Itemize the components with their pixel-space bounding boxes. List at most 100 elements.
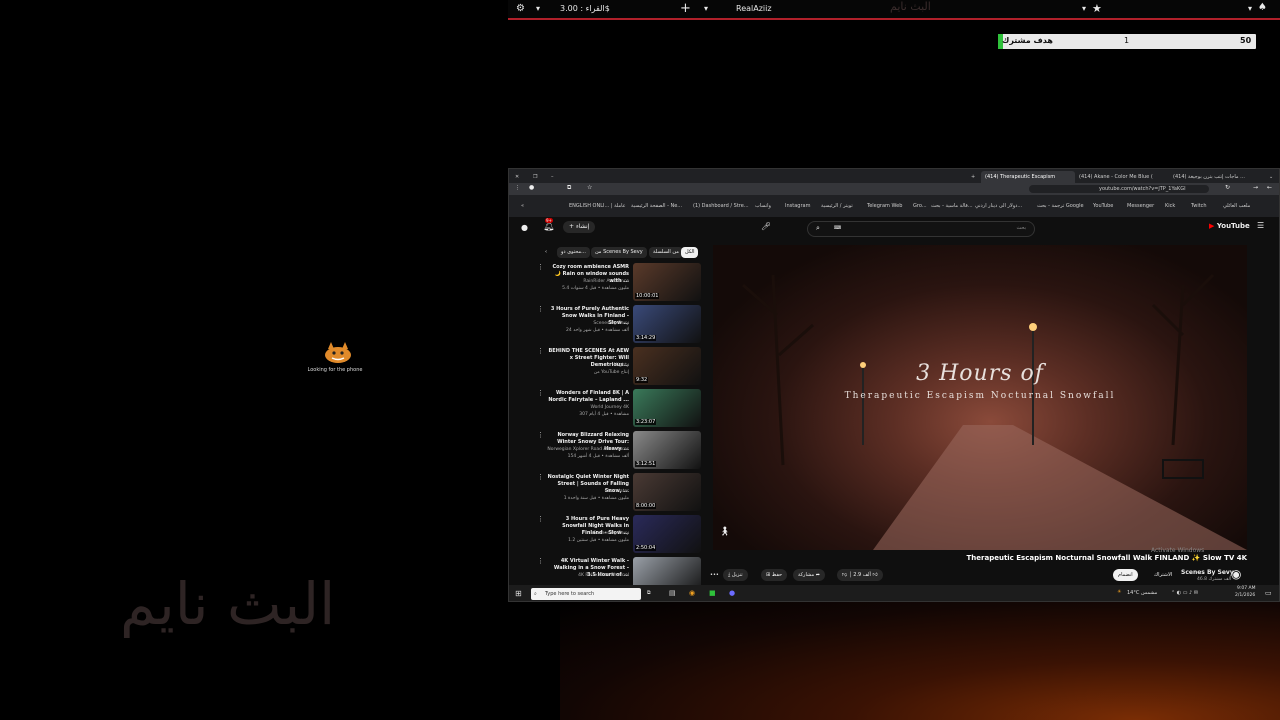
channel-name[interactable]: Scenes By Sevy [1181,569,1234,576]
like-dislike-group[interactable]: 👎︎ │ 2.9 ألف 👍︎ [837,569,883,581]
forward-icon[interactable]: → [1253,184,1258,191]
chip[interactable]: من السلسلة [649,247,683,258]
bookmark[interactable]: دولار الى دينار اردني... [975,203,1022,209]
more-options-icon[interactable]: ⋮ [537,389,544,397]
subscribe-button[interactable]: الاشتراك [1149,569,1177,581]
chip-selected[interactable]: الكل [681,247,699,258]
share-button[interactable]: مشاركة ➦ [793,569,825,581]
recommendation-thumbnail[interactable]: 2:50:04 [633,515,701,553]
youtube-logo[interactable]: ▶ YouTube [1209,222,1250,230]
bookmark[interactable]: قالة ماسية - بحث... [931,203,973,209]
bookmark[interactable]: واتساب [755,203,771,209]
recommendation-channel[interactable]: Norwegian Xplorer Road Adventures [547,447,629,452]
discord-icon[interactable]: ● [729,589,735,597]
bookmark[interactable]: YouTube [1093,203,1113,209]
restore-window-icon[interactable]: ❐ [529,171,541,183]
notification-center-icon[interactable]: ▭ [1265,589,1272,597]
sliders-icon[interactable]: ⚙ [516,3,525,14]
bookmark[interactable]: Telegram Web [867,203,902,209]
recommendation-title[interactable]: Wonders of Finland 8K | A Nordic Fairyta… [547,390,629,404]
bookmark-star-icon[interactable]: ☆ [587,184,592,191]
recommendation-item[interactable]: ⋮ Cozy room ambience ASMR 🌙 Rain on windo… [531,263,701,303]
more-options-icon[interactable]: ⋮ [537,557,544,565]
plus-icon[interactable]: + [680,1,691,16]
recommendation-channel[interactable]: Scenes By Sevy [593,531,629,536]
back-icon[interactable]: ← [1267,184,1272,191]
more-options-icon[interactable]: ⋮ [537,347,544,355]
recommendation-item[interactable]: ⋮ Wonders of Finland 8K | A Nordic Fairyt… [531,389,701,429]
minimize-window-icon[interactable]: – [547,171,558,183]
recommendation-item[interactable]: ⋮ 3 Hours of Pure Heavy Snowfall Night Wa… [531,515,701,555]
notifications-icon[interactable]: 🔔︎ [543,222,554,232]
menu-dots-icon[interactable]: ⋮ [515,185,520,191]
recommendation-thumbnail[interactable]: 10:00:01 [633,263,701,301]
search-icon[interactable]: ⌕ [816,224,820,233]
more-options-icon[interactable]: ⋮ [537,515,544,523]
clock-date[interactable]: 2/1/2026 [1235,593,1255,598]
hamburger-icon[interactable]: ☰ [1257,221,1264,230]
recommendation-channel[interactable]: World Journey 4K [590,405,629,410]
bookmark[interactable]: ملعب العائلي [1223,203,1250,209]
bookmark[interactable]: Messenger [1127,203,1154,209]
recommendation-thumbnail[interactable]: 9:32 [633,347,701,385]
bookmark[interactable]: Gro... [913,203,927,209]
more-options-icon[interactable]: ⋮ [537,473,544,481]
more-options-icon[interactable]: ⋮ [537,305,544,313]
tab-therapeutic[interactable]: (414) Therapeutic Escapism [981,171,1075,183]
bookmarks-overflow[interactable]: « [521,203,524,209]
recommendation-thumbnail[interactable]: 3:12:51 [633,431,701,469]
clock-time[interactable]: 9:07 AM [1237,586,1256,591]
bookmark[interactable]: ترجمة - بحث Google [1037,203,1084,209]
recommendation-channel[interactable]: 4K Relaxation Channel [578,573,629,578]
recommendation-item[interactable]: ⋮ Norway Blizzard Relaxing Winter Snowy D… [531,431,701,471]
video-player[interactable]: 3 Hours of Therapeutic Escapism Nocturna… [713,245,1247,550]
bell-icon[interactable]: ♠ [1258,2,1267,13]
star-icon[interactable]: ★ [1092,2,1102,15]
chip[interactable]: محتوى ذو... [557,247,590,258]
windows-start-icon[interactable]: ⊞ [515,589,522,598]
reload-icon[interactable]: ↻ [1225,184,1230,191]
tab-arabic[interactable]: (414) ماجات إنتب بترن بوجيغة ... [1169,171,1267,183]
recommendation-channel[interactable]: Mighty [614,363,629,368]
recommendation-thumbnail[interactable]: 8:00:00 [633,473,701,511]
recommendation-item[interactable]: ⋮ 3 Hours of Purely Authentic Snow Walks … [531,305,701,345]
weather-text[interactable]: 14°C مشمس [1127,590,1157,596]
recommendation-thumbnail[interactable]: 3:14:29 [633,305,701,343]
taskbar-search[interactable]: ⌕ Type here to search [531,588,641,600]
bookmark[interactable]: ENGLISH ONLI... | عاملة [569,203,626,209]
url-field[interactable]: youtube.com/watch?v=jTP_1YaKGI [1029,185,1209,193]
tray-icons[interactable]: ⌃ ◐ ▭ ♪ ✉ [1171,590,1198,596]
more-actions-icon[interactable]: ••• [705,569,724,581]
search-input[interactable]: ⌕ ⌨ بحث [807,221,1035,237]
bookmark[interactable]: تويتر / الرئيسية [821,203,853,209]
spotify-icon[interactable]: ■ [709,589,716,597]
mic-icon[interactable]: 🎤︎ [761,222,771,231]
download-button[interactable]: ⤓ تنزيل [723,569,748,581]
profile-icon[interactable]: ● [529,184,534,191]
bookmark[interactable]: الصفحة الرئيسية - Ne... [631,203,682,209]
new-tab-icon[interactable]: + [967,171,979,183]
more-options-icon[interactable]: ⋮ [537,263,544,271]
file-explorer-icon[interactable]: ▤ [669,589,676,597]
save-button[interactable]: ⊞ حفظ [761,569,788,581]
tab-menu-icon[interactable]: ⌄ [1265,171,1277,183]
chrome-icon[interactable]: ◉ [689,589,695,597]
recommendation-item[interactable]: ⋮ Nostalgic Quiet Winter Night Street | S… [531,473,701,513]
recommendation-channel[interactable]: Scenes By Sevy [593,321,629,326]
close-window-icon[interactable]: ✕ [511,171,523,183]
avatar[interactable]: ● [521,223,528,232]
keyboard-icon[interactable]: ⌨ [834,225,841,231]
bookmark[interactable]: Twitch [1191,203,1207,209]
bookmark[interactable]: Kick [1165,203,1175,209]
extensions-icon[interactable]: ⧉ [567,184,571,192]
chip[interactable]: من Scenes By Sevy [591,247,647,258]
bookmark[interactable]: (1) Dashboard / Stre... [693,203,749,209]
task-view-icon[interactable]: ⧉ [647,590,651,596]
chips-next-icon[interactable]: ‹ [541,247,551,258]
more-options-icon[interactable]: ⋮ [537,431,544,439]
tab-akane[interactable]: (414) Akane - Color Me Blue ( [1075,171,1169,183]
recommendation-item[interactable]: ⋮ BEHIND THE SCENES At AEW x Street Fight… [531,347,701,387]
join-button[interactable]: انضمام [1113,569,1138,581]
recommendation-channel[interactable]: Chocolater [605,489,629,494]
bookmark[interactable]: Instagram [785,203,810,209]
